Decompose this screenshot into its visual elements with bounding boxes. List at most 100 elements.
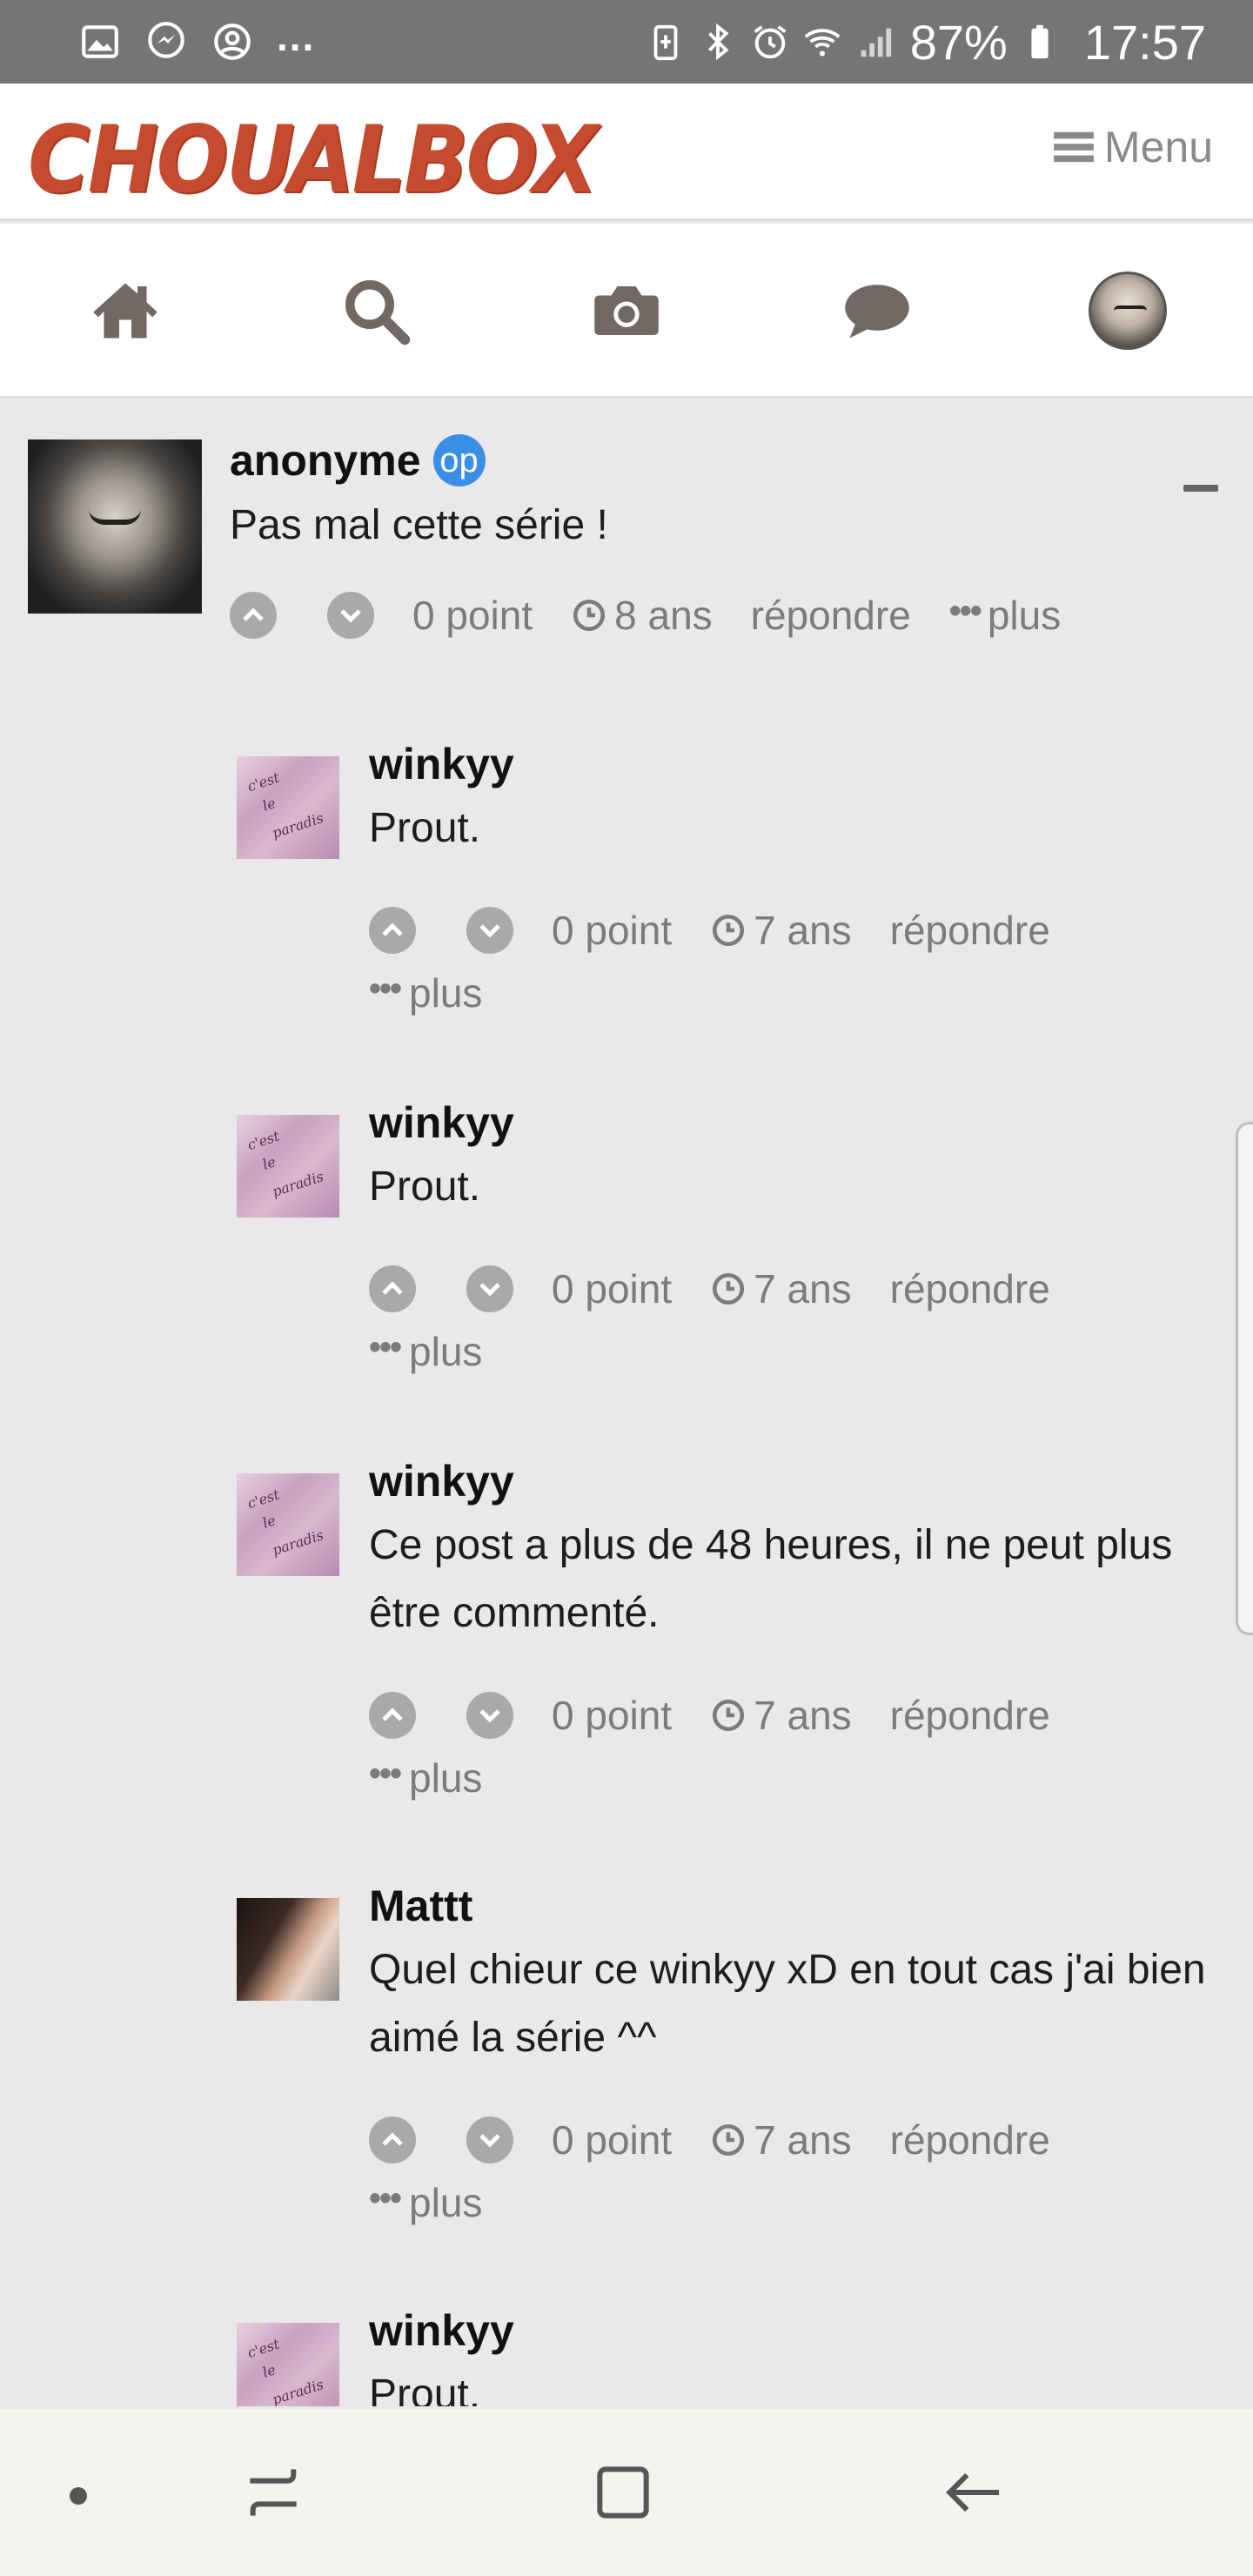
downvote-button[interactable] (466, 1265, 513, 1312)
site-logo[interactable]: CHOUALBOX (28, 106, 598, 213)
collapse-button[interactable] (1183, 485, 1218, 492)
age-label: 7 ans (754, 2117, 852, 2163)
nav-search[interactable] (251, 224, 501, 398)
op-badge: op (432, 434, 486, 486)
chevron-up-icon (382, 922, 403, 936)
avatar[interactable] (28, 439, 202, 614)
age-label: 8 ans (614, 593, 713, 638)
more-button[interactable]: ••• plus (369, 1747, 1230, 1809)
downvote-button[interactable] (466, 907, 513, 954)
more-icon: ••• (369, 1327, 402, 1366)
bluetooth-icon (707, 23, 729, 61)
chevron-down-icon (479, 1709, 500, 1723)
clock-icon (713, 914, 745, 947)
chevron-down-icon (479, 924, 500, 938)
more-icon: ••• (369, 2178, 402, 2217)
more-label: plus (409, 1755, 483, 1801)
more-button[interactable]: ••• plus (369, 2171, 1230, 2234)
back-icon[interactable] (938, 2458, 1008, 2527)
recent-apps-icon[interactable] (238, 2458, 308, 2527)
upvote-button[interactable] (230, 592, 277, 639)
comment-text: Prout. (369, 1164, 481, 1210)
gallery-icon (82, 25, 118, 58)
home-icon (93, 283, 157, 339)
status-overflow: ... (277, 14, 316, 59)
reply-link[interactable]: répondre (890, 2109, 1050, 2171)
upvote-button[interactable] (369, 907, 416, 954)
age-label: 7 ans (754, 1266, 852, 1311)
author-name[interactable]: winkyy (369, 739, 514, 789)
nav-home[interactable] (0, 224, 251, 398)
chevron-down-icon (479, 1283, 500, 1297)
avatar[interactable]: c'est le paradis (237, 756, 339, 859)
messenger-icon (148, 22, 184, 58)
author-name[interactable]: Mattt (369, 1881, 472, 1931)
points: 0 point (552, 908, 673, 953)
reply-link[interactable]: répondre (890, 1258, 1050, 1320)
downvote-button[interactable] (466, 2116, 513, 2163)
signal-icon (861, 28, 891, 57)
battery-icon (1031, 24, 1049, 59)
upvote-button[interactable] (369, 1692, 416, 1739)
camera-icon (594, 286, 659, 335)
more-label: plus (409, 1329, 483, 1374)
more-icon: ••• (369, 1754, 402, 1793)
nav-upload[interactable] (501, 224, 752, 398)
clock-icon (713, 2123, 745, 2157)
profile-avatar (1089, 272, 1167, 350)
author-name[interactable]: winkyy (369, 1097, 514, 1148)
clock-icon (573, 599, 606, 632)
author-name[interactable]: winkyy (369, 1456, 514, 1506)
scrollbar[interactable] (1236, 1122, 1253, 1635)
timestamp: 7 ans (710, 2109, 852, 2171)
chevron-up-icon (243, 607, 264, 621)
avatar[interactable]: c'est le paradis (237, 1473, 339, 1576)
age-label: 7 ans (754, 1693, 852, 1738)
more-button[interactable]: ••• plus (949, 584, 1061, 647)
wifi-icon (804, 29, 841, 57)
status-bar-system: 87% 17:57 (646, 14, 1206, 70)
hamburger-icon (1054, 131, 1094, 163)
comment-text: Prout. (369, 805, 481, 851)
age-label: 7 ans (754, 908, 852, 953)
comment-author: winkyy (369, 2305, 1230, 2356)
reply-link[interactable]: répondre (751, 584, 911, 647)
status-bar: ... 87% 17:57 (0, 0, 1253, 84)
comment-author: Mattt (369, 1881, 1230, 1931)
reply-link[interactable]: répondre (890, 899, 1050, 962)
more-button[interactable]: ••• plus (369, 1320, 1230, 1383)
clock-icon (713, 1699, 745, 1732)
status-bar-notifications: ... (78, 14, 646, 64)
avatar[interactable]: c'est le paradis (237, 2323, 339, 2406)
author-name[interactable]: anonyme (230, 435, 421, 486)
home-button-icon[interactable] (588, 2458, 658, 2527)
more-button[interactable]: ••• plus (369, 962, 1230, 1024)
clock: 17:57 (1083, 14, 1206, 70)
author-name[interactable]: winkyy (369, 2305, 514, 2356)
menu-label: Menu (1103, 123, 1213, 171)
upvote-button[interactable] (369, 1265, 416, 1312)
menu-button[interactable]: Menu (1054, 122, 1213, 172)
nav-chat[interactable] (752, 224, 1002, 398)
comment-text: Pas mal cette série ! (230, 502, 608, 548)
chevron-up-icon (382, 1281, 403, 1295)
chat-icon (845, 285, 909, 339)
chevron-down-icon (340, 609, 361, 623)
nav-profile[interactable] (1002, 224, 1253, 398)
avatar[interactable] (237, 1898, 339, 2001)
downvote-button[interactable] (466, 1692, 513, 1739)
avatar[interactable]: c'est le paradis (237, 1115, 339, 1218)
comment-actions: 0 point 7 ans répondre (369, 2109, 1230, 2171)
comment-text: Prout. (369, 2371, 481, 2406)
more-icon: ••• (369, 969, 402, 1008)
points: 0 point (552, 1693, 673, 1738)
reply-link[interactable]: répondre (890, 1684, 1050, 1747)
comment-text: Ce post a plus de 48 heures, il ne peut … (369, 1522, 1173, 1636)
search-icon (345, 280, 411, 345)
alarm-icon (754, 25, 787, 59)
comment-author: winkyy (369, 1456, 1230, 1506)
downvote-button[interactable] (327, 592, 374, 639)
upvote-button[interactable] (369, 2116, 416, 2163)
chevron-down-icon (479, 2134, 500, 2148)
clock-icon (713, 1272, 745, 1305)
